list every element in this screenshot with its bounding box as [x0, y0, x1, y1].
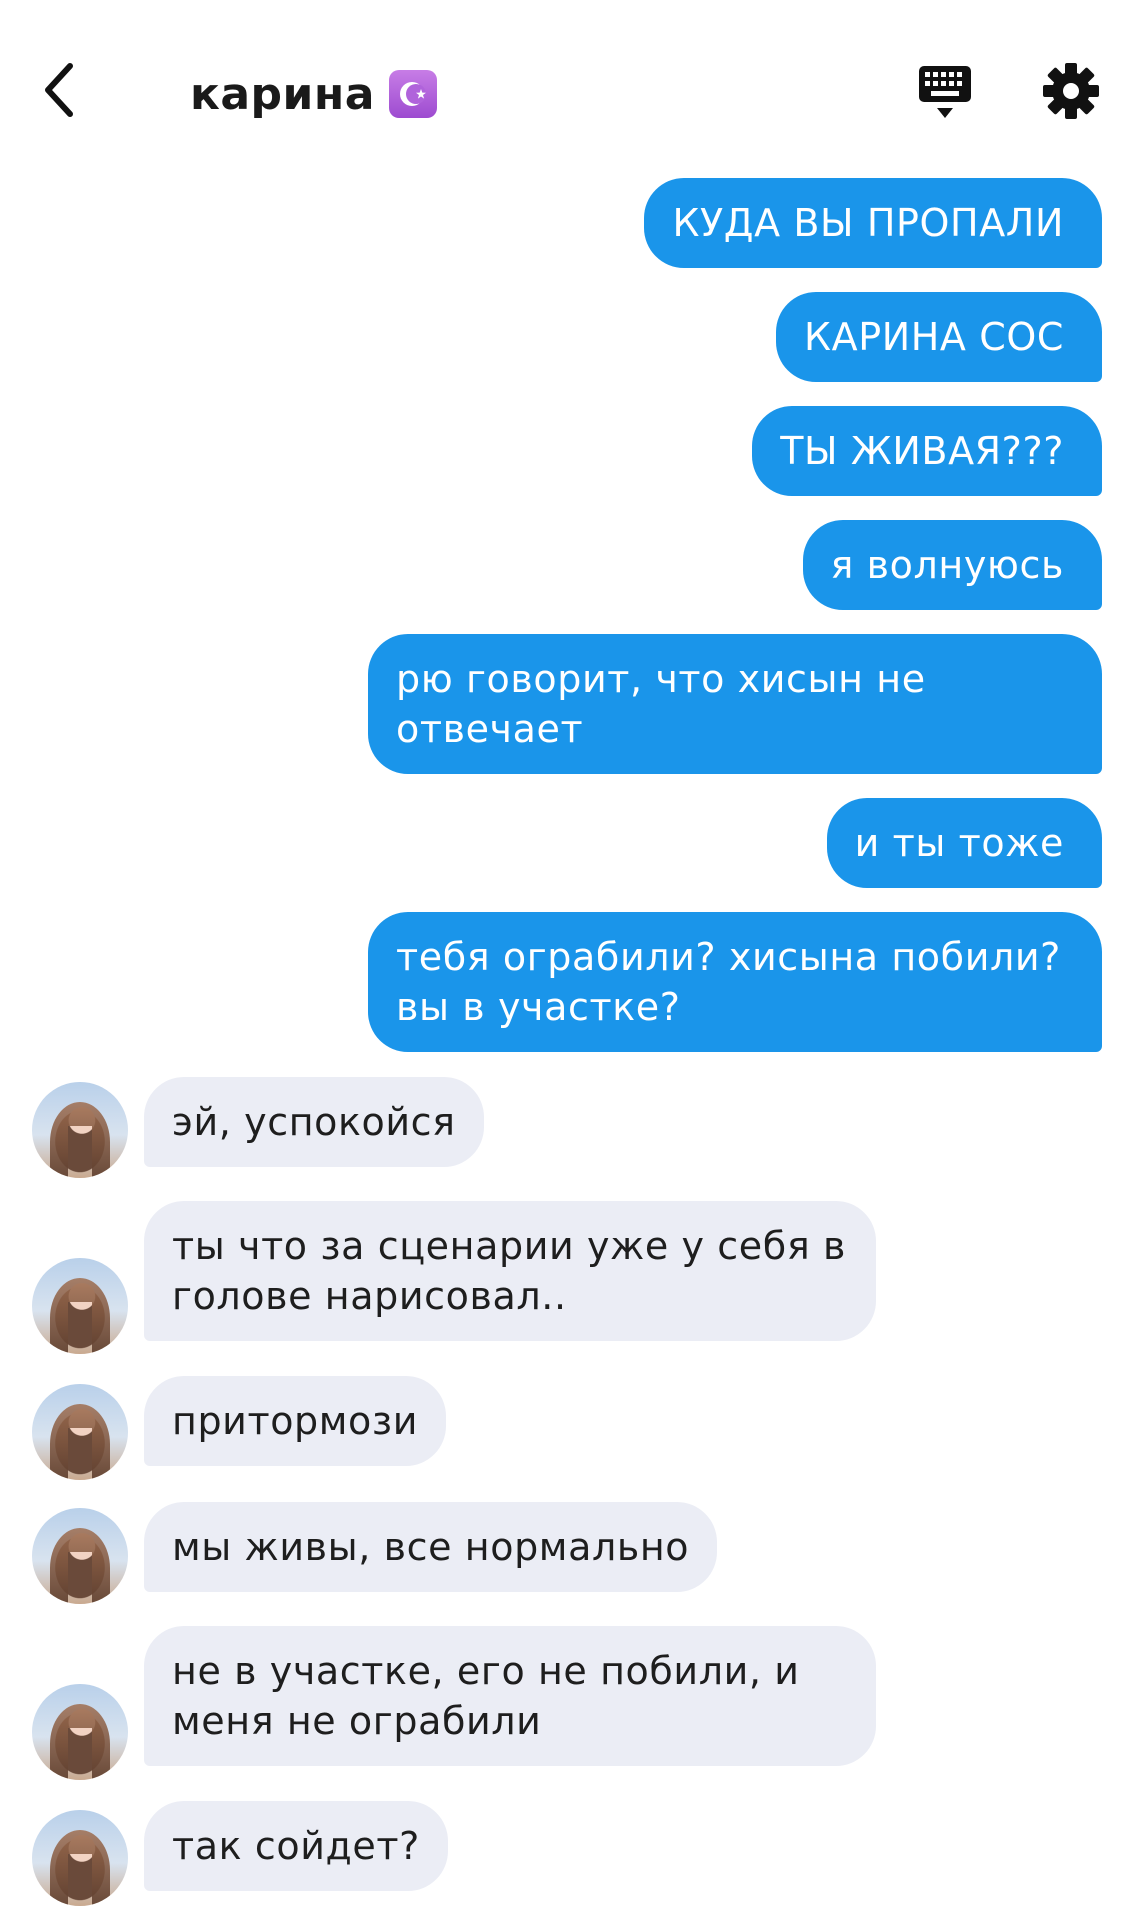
incoming-message[interactable]: эй, успокойся — [144, 1077, 484, 1167]
contact-avatar[interactable] — [32, 1258, 128, 1354]
contact-avatar[interactable] — [32, 1384, 128, 1480]
incoming-message[interactable]: ты что за сценарии уже у себя в голове н… — [144, 1201, 876, 1341]
message-thread: КУДА ВЫ ПРОПАЛИ КАРИНА СОС ТЫ ЖИВАЯ??? я… — [0, 0, 1138, 1920]
incoming-message[interactable]: притормози — [144, 1376, 446, 1466]
outgoing-message[interactable]: тебя ограбили? хисына побили? вы в участ… — [368, 912, 1102, 1052]
contact-avatar[interactable] — [32, 1082, 128, 1178]
contact-avatar[interactable] — [32, 1810, 128, 1906]
incoming-message[interactable]: не в участке, его не побили, и меня не о… — [144, 1626, 876, 1766]
outgoing-message[interactable]: ТЫ ЖИВАЯ??? — [752, 406, 1102, 496]
incoming-message[interactable]: так сойдет? — [144, 1801, 448, 1891]
contact-avatar[interactable] — [32, 1684, 128, 1780]
contact-avatar[interactable] — [32, 1508, 128, 1604]
outgoing-message[interactable]: КУДА ВЫ ПРОПАЛИ — [644, 178, 1102, 268]
incoming-message[interactable]: мы живы, все нормально — [144, 1502, 718, 1592]
outgoing-message[interactable]: и ты тоже — [826, 798, 1102, 888]
outgoing-message[interactable]: рю говорит, что хисын не отвечает — [368, 634, 1102, 774]
outgoing-message[interactable]: я волнуюсь — [802, 520, 1102, 610]
outgoing-message[interactable]: КАРИНА СОС — [776, 292, 1102, 382]
